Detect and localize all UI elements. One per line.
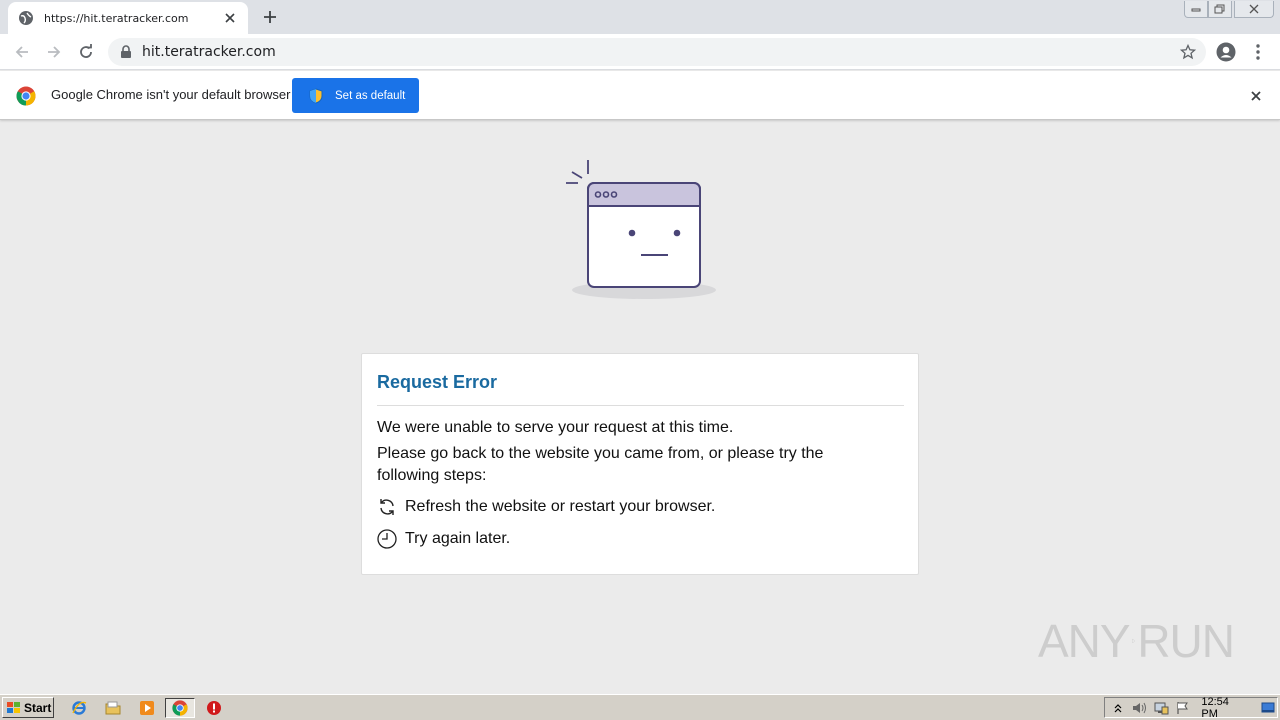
- network-icon[interactable]: [1152, 700, 1170, 716]
- clock-icon: [377, 529, 397, 549]
- window-close-button[interactable]: [1234, 0, 1274, 18]
- play-logo-icon: [1131, 638, 1136, 644]
- window-restore-button[interactable]: [1208, 0, 1232, 18]
- browser-tab[interactable]: https://hit.teratracker.com: [8, 2, 248, 34]
- error-title: Request Error: [377, 372, 498, 392]
- windows-taskbar: Start 12:54 PM: [0, 694, 1280, 720]
- anyrun-watermark: ANY RUN: [1038, 606, 1235, 676]
- start-button[interactable]: Start: [2, 697, 54, 718]
- default-browser-infobar: Google Chrome isn't your default browser…: [0, 71, 1280, 120]
- folder-icon[interactable]: [102, 698, 124, 718]
- profile-button[interactable]: [1214, 40, 1238, 64]
- arrow-right-icon: [48, 46, 61, 58]
- url-text: hit.teratracker.com: [142, 44, 276, 60]
- taskbar-clock: 12:54 PM: [1201, 695, 1229, 720]
- uac-shield-icon: [308, 87, 324, 104]
- reload-icon: [80, 44, 92, 58]
- tab-strip: https://hit.teratracker.com: [0, 0, 1280, 34]
- action-center-flag-icon[interactable]: [1174, 700, 1192, 716]
- window-minimize-button[interactable]: [1184, 0, 1208, 18]
- plus-icon: [264, 11, 276, 23]
- windows-logo-icon: [6, 701, 22, 715]
- star-icon[interactable]: [1180, 44, 1196, 60]
- error-message: We were unable to serve your request at …: [377, 419, 734, 436]
- lock-icon: [120, 45, 134, 59]
- error-instructions: Please go back to the website you came f…: [377, 445, 824, 484]
- step-text: Refresh the website or restart your brow…: [405, 498, 716, 515]
- arrow-left-icon: [15, 46, 28, 58]
- browser-toolbar: hit.teratracker.com: [0, 34, 1280, 70]
- chrome-taskbar-button[interactable]: [165, 698, 195, 718]
- infobar-message: Google Chrome isn't your default browser: [51, 87, 291, 102]
- media-player-icon[interactable]: [136, 698, 158, 718]
- set-as-default-label: Set as default: [335, 89, 406, 102]
- tab-title: https://hit.teratracker.com: [44, 11, 189, 25]
- tab-close-icon[interactable]: [222, 10, 238, 26]
- chrome-icon: [172, 700, 188, 716]
- watermark-left: ANY: [1038, 615, 1131, 667]
- forward-button[interactable]: [42, 40, 66, 64]
- refresh-icon: [377, 497, 397, 517]
- sad-browser-window-icon: [566, 160, 716, 299]
- close-icon[interactable]: [1248, 88, 1264, 104]
- divider: [377, 405, 904, 406]
- error-card: Request Error We were unable to serve yo…: [361, 353, 919, 575]
- address-bar[interactable]: hit.teratracker.com: [108, 38, 1206, 66]
- stop-icon[interactable]: [203, 698, 225, 718]
- back-button[interactable]: [10, 40, 34, 64]
- globe-icon: [18, 10, 34, 26]
- set-as-default-button[interactable]: Set as default: [292, 78, 419, 113]
- system-tray: 12:54 PM: [1104, 695, 1278, 720]
- internet-explorer-icon[interactable]: [68, 698, 90, 718]
- new-tab-button[interactable]: [258, 6, 282, 28]
- kebab-menu-icon: [1256, 44, 1260, 60]
- show-hidden-icons-icon[interactable]: [1109, 700, 1127, 716]
- step-text: Try again later.: [405, 530, 511, 547]
- volume-icon[interactable]: [1131, 700, 1149, 716]
- watermark-right: RUN: [1137, 615, 1235, 667]
- reload-button[interactable]: [74, 40, 98, 64]
- account-circle-icon: [1216, 42, 1236, 62]
- start-label: Start: [24, 700, 52, 715]
- chrome-logo: [16, 86, 36, 106]
- step-item: Refresh the website or restart your brow…: [377, 497, 715, 517]
- show-desktop-icon[interactable]: [1259, 700, 1277, 716]
- browser-menu-button[interactable]: [1248, 40, 1268, 64]
- step-item: Try again later.: [377, 529, 510, 549]
